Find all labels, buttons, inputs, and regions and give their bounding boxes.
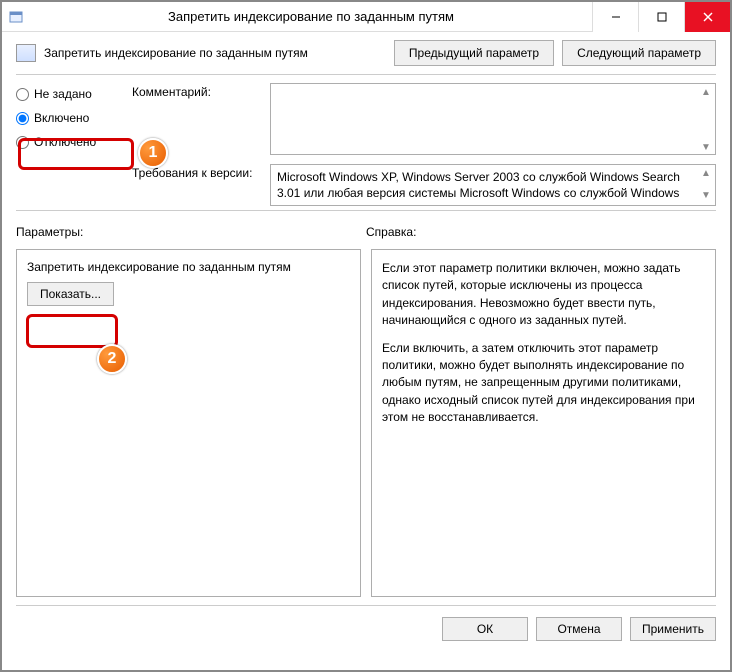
- scroll-down-icon[interactable]: ▼: [698, 140, 714, 156]
- dialog-window: Запретить индексирование по заданным пут…: [0, 0, 732, 672]
- comment-column: Комментарий: ▲ ▼ Требования к версии: Mi…: [132, 83, 716, 206]
- help-label: Справка:: [366, 225, 716, 239]
- titlebar: Запретить индексирование по заданным пут…: [2, 2, 730, 32]
- radio-enabled-input[interactable]: [16, 112, 29, 125]
- radio-enabled-label: Включено: [34, 111, 89, 125]
- radio-disabled-label: Отключено: [34, 135, 96, 149]
- radio-not-configured-input[interactable]: [16, 88, 29, 101]
- panels: Запретить индексирование по заданным пут…: [2, 243, 730, 605]
- close-button[interactable]: [684, 2, 730, 32]
- comment-label: Комментарий:: [132, 83, 262, 99]
- requirements-row: Требования к версии: Microsoft Windows X…: [132, 164, 716, 206]
- header-title: Запретить индексирование по заданным пут…: [44, 46, 386, 60]
- annotation-badge-1: 1: [138, 138, 168, 168]
- next-setting-button[interactable]: Следующий параметр: [562, 40, 716, 66]
- annotation-badge-2: 2: [97, 344, 127, 374]
- requirements-scroll: ▲ ▼: [698, 166, 714, 204]
- window-title: Запретить индексирование по заданным пут…: [30, 9, 592, 24]
- footer: ОК Отмена Применить: [16, 605, 716, 651]
- header-row: Запретить индексирование по заданным пут…: [2, 32, 730, 74]
- app-icon: [2, 3, 30, 31]
- scroll-up-icon[interactable]: ▲: [698, 85, 714, 101]
- titlebar-buttons: [592, 2, 730, 32]
- params-panel: Запретить индексирование по заданным пут…: [16, 249, 361, 597]
- minimize-button[interactable]: [592, 2, 638, 32]
- help-paragraph-1: Если этот параметр политики включен, мож…: [382, 260, 705, 330]
- state-section: Не задано Включено Отключено Комментарий…: [2, 75, 730, 210]
- show-button[interactable]: Показать...: [27, 282, 114, 306]
- apply-button[interactable]: Применить: [630, 617, 716, 641]
- ok-button[interactable]: ОК: [442, 617, 528, 641]
- radio-disabled[interactable]: Отключено: [16, 135, 126, 149]
- policy-icon: [16, 44, 36, 62]
- help-panel: Если этот параметр политики включен, мож…: [371, 249, 716, 597]
- cancel-button[interactable]: Отмена: [536, 617, 622, 641]
- params-title: Запретить индексирование по заданным пут…: [27, 260, 350, 274]
- scroll-up-icon[interactable]: ▲: [698, 166, 714, 182]
- section-labels: Параметры: Справка:: [2, 211, 730, 243]
- comment-scroll: ▲ ▼: [698, 85, 714, 156]
- radio-enabled[interactable]: Включено: [16, 111, 126, 125]
- radio-not-configured-label: Не задано: [34, 87, 92, 101]
- comment-row: Комментарий: ▲ ▼: [132, 83, 716, 158]
- radio-group: Не задано Включено Отключено: [16, 83, 126, 206]
- comment-textarea[interactable]: [270, 83, 716, 155]
- requirements-wrap: Microsoft Windows XP, Windows Server 200…: [270, 164, 716, 206]
- requirements-text: Microsoft Windows XP, Windows Server 200…: [270, 164, 716, 206]
- radio-not-configured[interactable]: Не задано: [16, 87, 126, 101]
- params-label: Параметры:: [16, 225, 366, 239]
- maximize-button[interactable]: [638, 2, 684, 32]
- scroll-down-icon[interactable]: ▼: [698, 188, 714, 204]
- help-paragraph-2: Если включить, а затем отключить этот па…: [382, 340, 705, 427]
- previous-setting-button[interactable]: Предыдущий параметр: [394, 40, 554, 66]
- radio-disabled-input[interactable]: [16, 136, 29, 149]
- comment-wrap: ▲ ▼: [270, 83, 716, 158]
